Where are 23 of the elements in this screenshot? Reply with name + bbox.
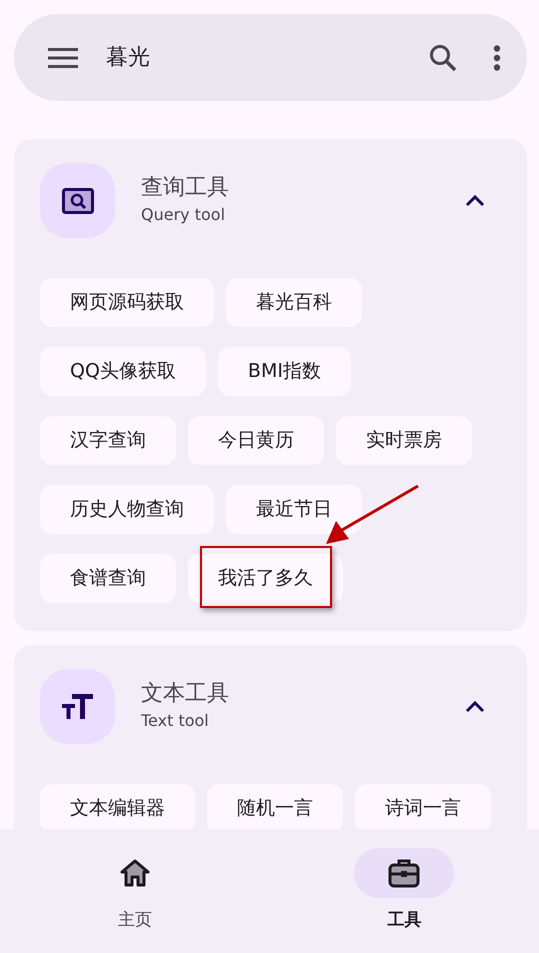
- tool-chip[interactable]: 随机一言: [207, 784, 343, 829]
- nav-tab[interactable]: 工具: [270, 847, 539, 953]
- tool-chip[interactable]: 网页源码获取: [40, 278, 214, 327]
- tool-chip[interactable]: BMI指数: [218, 347, 351, 396]
- nav-label: 工具: [387, 909, 422, 932]
- section-subtitle: Query tool: [141, 204, 226, 226]
- tool-chip[interactable]: 汉字查询: [40, 416, 176, 465]
- section-title: 查询工具: [141, 174, 230, 202]
- section-subtitle: Text tool: [141, 710, 210, 732]
- tool-chip[interactable]: 今日黄历: [188, 416, 324, 465]
- section-title: 文本工具: [141, 680, 230, 708]
- nav-tab[interactable]: 主页: [0, 847, 270, 953]
- tool-chip[interactable]: 食谱查询: [40, 554, 176, 603]
- tool-chip[interactable]: 历史人物查询: [40, 485, 214, 534]
- tool-chip[interactable]: 诗词一言: [355, 784, 491, 829]
- tool-chip[interactable]: 暮光百科: [226, 278, 362, 327]
- nav-label: 主页: [118, 909, 152, 932]
- app-title: 暮光: [106, 44, 151, 72]
- tool-chip[interactable]: 我活了多久: [188, 554, 343, 603]
- tool-chip[interactable]: 实时票房: [336, 416, 472, 465]
- tool-chip[interactable]: 文本编辑器: [40, 784, 195, 829]
- tool-chip[interactable]: 最近节日: [226, 485, 362, 534]
- tool-chip[interactable]: QQ头像获取: [40, 347, 206, 396]
